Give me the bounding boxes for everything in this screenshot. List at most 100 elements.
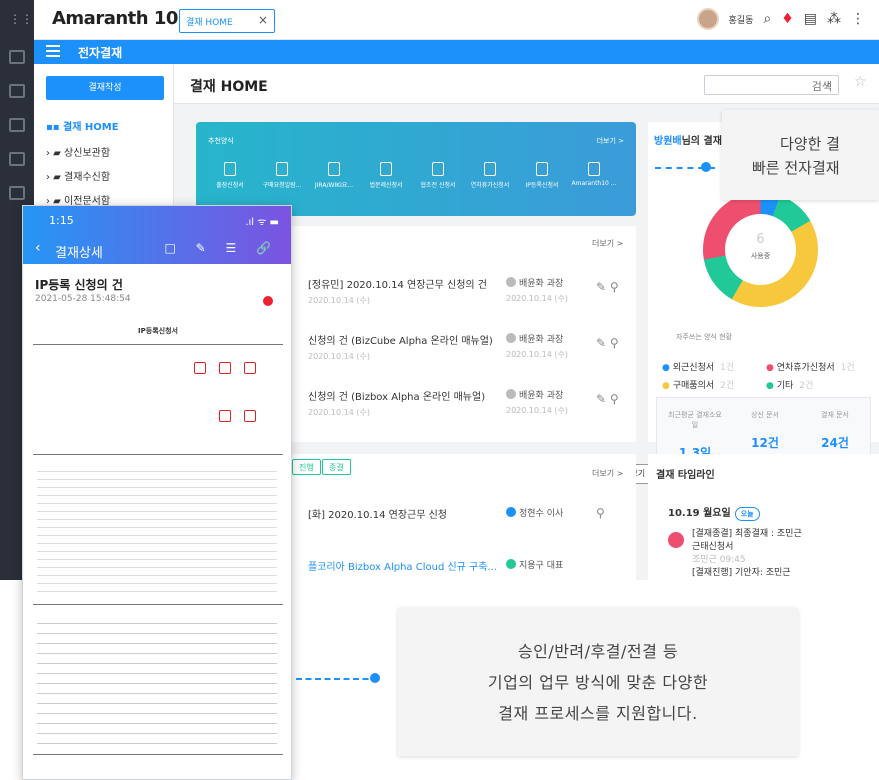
form-shortcut[interactable]: 구매요청일람...: [258, 162, 306, 189]
check-icon: [506, 333, 516, 343]
document-form: IP등록신청서: [29, 314, 287, 774]
favorite-forms-label: 추천양식: [208, 137, 234, 145]
list-item[interactable]: [정유민] 2020.10.14 연장근무 신청의 건 2020.10.14 (수…: [308, 276, 487, 306]
timeline-card: 결재 타임라인 10.19 월요일 오늘 [결재종결] 최종결재 : 조민근 근태신…: [648, 454, 879, 580]
divider: [33, 604, 283, 605]
page-title: 결재 HOME: [190, 79, 268, 95]
progress-more[interactable]: 더보기 >: [592, 468, 623, 479]
mobile-header: 1:15 .ıl ᯤ ▬ ‹ 결재상세 □ ✎ ☰ 🔗: [23, 206, 291, 264]
user-name[interactable]: 홍길동: [729, 13, 754, 26]
form-icon: [484, 162, 496, 176]
pending-more[interactable]: 더보기 >: [592, 238, 623, 249]
form-icon: [276, 162, 288, 176]
more-icon[interactable]: ⋮: [851, 11, 865, 27]
pen-icon[interactable]: [9, 50, 25, 64]
callout-bottom-line2: 기업의 업무 방식에 맞춘 다양한: [487, 673, 709, 692]
search-input[interactable]: 검색 ⌕: [704, 75, 839, 95]
favorite-forms-panel: 추천양식 더보기 > 출장신청서 구매요청일람... JIRA/WIKI요...…: [196, 122, 636, 216]
mobile-title: 결재상세: [55, 246, 103, 261]
org-icon[interactable]: ⁂: [827, 11, 841, 27]
approval-line-icon[interactable]: ⚲: [596, 506, 605, 520]
mobile-screen: 1:15 .ıl ᯤ ▬ ‹ 결재상세 □ ✎ ☰ 🔗 IP등록 신청의 건 2…: [22, 205, 292, 780]
callout-dot: [701, 162, 711, 172]
stamp-icon: [219, 410, 231, 422]
sidebar-item-submitted[interactable]: › ▰ 상신보관함: [46, 144, 110, 159]
main-header: 결재 HOME 검색 ⌕ ☆: [174, 64, 879, 104]
form-shortcut[interactable]: JIRA/WIKI요...: [310, 162, 358, 189]
avatar[interactable]: [696, 8, 719, 30]
user-icon: [506, 507, 516, 517]
favorite-forms-more[interactable]: 더보기 >: [597, 136, 624, 146]
tab-in-progress[interactable]: 진행: [292, 459, 321, 475]
callout-top: 다양한 결 빠른 전자결재: [722, 110, 879, 200]
legend-item: ● 기타 2건: [766, 381, 814, 391]
approver: 배윤화 과장 2020.10.14 (수): [506, 333, 568, 359]
form-title: IP등록신청서: [138, 327, 178, 335]
check-icon: [506, 389, 516, 399]
stamp-icon: [244, 362, 256, 374]
list-item[interactable]: 플코리아 Bizbox Alpha Cloud 신규 구축...: [308, 558, 497, 573]
stamp-icon: [219, 362, 231, 374]
back-icon[interactable]: ‹: [35, 240, 41, 256]
doc-icon[interactable]: [9, 152, 25, 166]
drafter: 정현수 이사: [506, 506, 563, 519]
memo-icon[interactable]: ▤: [804, 11, 817, 27]
grid-icon[interactable]: ⋮⋮: [9, 12, 33, 26]
frequent-label: 자주쓰는 양식 현황: [676, 333, 732, 341]
search-icon[interactable]: ⌕: [763, 11, 771, 27]
callout-top-line2: 빠른 전자결재: [752, 159, 840, 177]
menu-icon[interactable]: [46, 45, 60, 47]
timeline-event[interactable]: [결재종결] 최종결재 : 조민근 근태신청서 조민근 09:45 [결재진행] 기안…: [692, 528, 802, 580]
form-icon: [588, 162, 600, 176]
status-donut: 6 사용중: [703, 192, 818, 307]
signal-icon: .ıl ᯤ ▬: [245, 217, 279, 228]
approval-line-icon[interactable]: ✎ ⚲: [596, 336, 619, 350]
tab-approval-home[interactable]: 결재 HOME ×: [179, 9, 275, 33]
form-shortcut[interactable]: Amaranth10 ...: [570, 162, 618, 187]
callout-connector: [296, 678, 378, 680]
check-icon: [506, 559, 516, 569]
search-icon[interactable]: ⌕: [826, 78, 832, 92]
legend-item: ● 구매품의서 2건: [662, 381, 735, 391]
form-shortcut[interactable]: 출장신청서: [206, 162, 254, 189]
sidebar-item-home[interactable]: ▪▪ 결재 HOME: [46, 118, 119, 133]
list-item[interactable]: 신청의 건 (Bizbox Alpha 온라인 매뉴얼) 2020.10.14 (…: [308, 388, 485, 418]
report-icon[interactable]: [9, 186, 25, 200]
form-shortcut[interactable]: 연차휴가신청서: [466, 162, 514, 189]
timeline-title: 결재 타임라인: [656, 470, 715, 481]
module-bar: 전자결재: [34, 40, 879, 64]
top-bar: Amaranth 10 결재 HOME × 홍길동 ⌕ ♦ ▤ ⁂ ⋮: [34, 0, 879, 40]
stat-submitted: 상신 문서 12건: [751, 411, 779, 450]
approval-icon: [668, 532, 684, 548]
stamp-icon: [194, 362, 206, 374]
form-shortcut[interactable]: 협조전 신청서: [414, 162, 462, 189]
divider: [33, 344, 283, 345]
form-icon: [380, 162, 392, 176]
divider: [33, 454, 283, 455]
form-shortcut[interactable]: IP등록신청서: [518, 162, 566, 189]
close-icon[interactable]: ×: [258, 13, 268, 27]
write-approval-button[interactable]: 결재작성: [46, 76, 164, 100]
form-icon: [328, 162, 340, 176]
list-icon[interactable]: [9, 118, 25, 132]
approver: 배윤화 과장 2020.10.14 (수): [506, 277, 568, 303]
divider: [33, 754, 283, 755]
form-shortcut[interactable]: 법문제신청서: [362, 162, 410, 189]
status-time: 1:15: [49, 214, 74, 227]
approval-line-icon[interactable]: ✎ ⚲: [596, 392, 619, 406]
calendar-icon[interactable]: [9, 84, 25, 98]
check-icon: [506, 277, 516, 287]
callout-bottom: 승인/반려/후결/전결 등 기업의 업무 방식에 맞춘 다양한 결재 프로세스를…: [398, 608, 798, 756]
tab-completed[interactable]: 종결: [322, 459, 351, 475]
list-item[interactable]: [화] 2020.10.14 연장근무 신청: [308, 506, 447, 521]
star-icon[interactable]: ☆: [854, 74, 867, 90]
document-date: 2021-05-28 15:48:54: [35, 294, 131, 304]
stat-approved: 결재 문서 24건: [821, 411, 849, 450]
callout-bottom-line1: 승인/반려/후결/전결 등: [517, 642, 679, 661]
sidebar-item-inbox[interactable]: › ▰ 결재수신함: [46, 168, 110, 183]
approval-line-icon[interactable]: ✎ ⚲: [596, 280, 619, 294]
action-icons[interactable]: □ ✎ ☰ 🔗: [164, 241, 279, 255]
stamp-icon: [244, 410, 256, 422]
bell-icon[interactable]: ♦: [781, 11, 794, 27]
list-item[interactable]: 신청의 건 (BizCube Alpha 온라인 매뉴얼) 2020.10.14 …: [308, 332, 493, 362]
